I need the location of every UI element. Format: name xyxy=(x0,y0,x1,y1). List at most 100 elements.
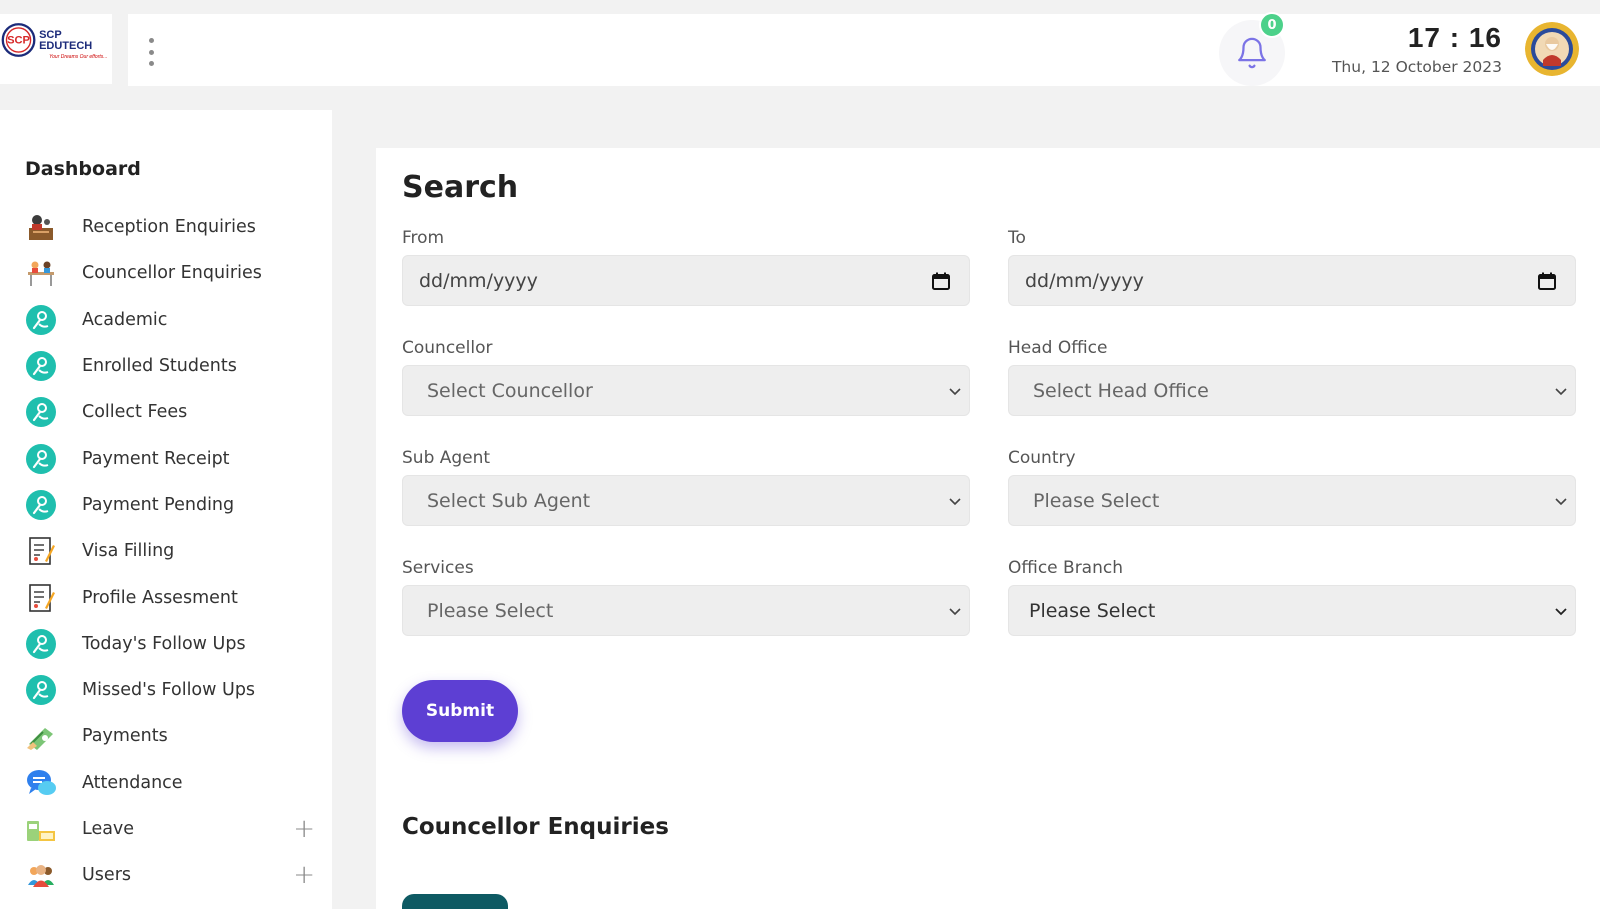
calendar-icon[interactable] xyxy=(1537,271,1557,291)
from-label: From xyxy=(402,228,445,248)
teal-person-icon xyxy=(25,350,57,382)
to-label: To xyxy=(1008,228,1026,248)
chevron-down-icon xyxy=(1555,388,1567,396)
country-label: Country xyxy=(1008,448,1076,468)
sidebar-item-label: Today's Follow Ups xyxy=(82,633,246,654)
svg-text:SCP: SCP xyxy=(7,35,30,47)
sidebar-item-councellor-enquiries[interactable]: Councellor Enquiries xyxy=(25,250,315,296)
bell-icon xyxy=(1238,37,1266,69)
sidebar-item-leave[interactable]: Leave + xyxy=(25,806,315,852)
councellor-enquiries-title: Councellor Enquiries xyxy=(402,814,669,840)
chevron-down-icon xyxy=(1555,608,1567,616)
councellor-select-value: Select Councellor xyxy=(427,379,593,402)
sidebar-item-reception-enquiries[interactable]: Reception Enquiries xyxy=(25,204,315,250)
notification-badge: 0 xyxy=(1259,12,1285,38)
teal-person-icon xyxy=(25,443,57,475)
sidebar-menu: Reception Enquiries Councellor Enquiries… xyxy=(25,204,315,898)
sidebar-item-label: Leave xyxy=(82,819,135,839)
sidebar-item-label: Attendance xyxy=(82,772,183,793)
office-branch-label: Office Branch xyxy=(1008,558,1123,578)
sidebar-item-label: Visa Filling xyxy=(82,541,175,562)
avatar-emblem-icon xyxy=(1525,22,1579,76)
chat-icon xyxy=(25,767,57,799)
head-office-label: Head Office xyxy=(1008,338,1108,358)
search-panel: Search From dd/mm/yyyy To dd/mm/yyyy Cou… xyxy=(376,148,1600,909)
teal-person-icon xyxy=(25,304,57,336)
office-branch-select-value: Please Select xyxy=(1029,599,1156,622)
teal-person-icon xyxy=(25,489,57,521)
sidebar-item-label: Enrolled Students xyxy=(82,356,237,377)
brand-tagline: Your Dreams Our efforts... xyxy=(49,54,108,60)
to-date-placeholder: dd/mm/yyyy xyxy=(1025,269,1144,292)
clock: 17 : 16 Thu, 12 October 2023 xyxy=(1332,22,1502,76)
sidebar-item-label: Users xyxy=(82,865,132,886)
sidebar-item-label: Missed's Follow Ups xyxy=(82,680,256,701)
sidebar-item-enrolled-students[interactable]: Enrolled Students xyxy=(25,343,315,389)
submit-button[interactable]: Submit xyxy=(402,680,518,742)
chevron-down-icon xyxy=(1555,498,1567,506)
head-office-select-value: Select Head Office xyxy=(1033,379,1209,402)
head-office-select[interactable]: Select Head Office xyxy=(1008,365,1576,416)
councellor-label: Councellor xyxy=(402,338,493,358)
to-date-input[interactable]: dd/mm/yyyy xyxy=(1008,255,1576,306)
services-select[interactable]: Please Select xyxy=(402,585,970,636)
enquiries-action-button[interactable] xyxy=(402,894,508,909)
users-icon xyxy=(25,859,57,891)
sidebar-item-academic[interactable]: Academic xyxy=(25,297,315,343)
user-avatar[interactable] xyxy=(1525,22,1579,76)
office-branch-select[interactable]: Please Select xyxy=(1008,585,1576,636)
document-icon xyxy=(25,582,57,614)
sub-agent-label: Sub Agent xyxy=(402,448,491,468)
sidebar-item-visa-filling[interactable]: Visa Filling xyxy=(25,528,315,574)
reception-icon xyxy=(25,211,57,243)
sidebar-item-payment-receipt[interactable]: Payment Receipt xyxy=(25,435,315,481)
page-title: Search xyxy=(402,170,519,205)
sidebar-item-payments[interactable]: Payments xyxy=(25,713,315,759)
clock-date: Thu, 12 October 2023 xyxy=(1331,58,1502,76)
sidebar-item-payment-pending[interactable]: Payment Pending xyxy=(25,482,315,528)
sidebar-item-label: Councellor Enquiries xyxy=(82,263,262,284)
country-select[interactable]: Please Select xyxy=(1008,475,1576,526)
councellor-select[interactable]: Select Councellor xyxy=(402,365,970,416)
calendar-icon[interactable] xyxy=(931,271,951,291)
sidebar-item-label: Reception Enquiries xyxy=(82,217,256,238)
councellor-icon xyxy=(25,257,57,289)
sidebar-item-users[interactable]: Users + xyxy=(25,852,315,898)
from-date-placeholder: dd/mm/yyyy xyxy=(419,269,538,292)
sidebar-item-todays-follow-ups[interactable]: Today's Follow Ups xyxy=(25,621,315,667)
sidebar-item-collect-fees[interactable]: Collect Fees xyxy=(25,389,315,435)
teal-person-icon xyxy=(25,674,57,706)
brand-name: SCP EDUTECH Your Dreams Our efforts... xyxy=(39,30,112,60)
teal-person-icon xyxy=(25,396,57,428)
sidebar-item-attendance[interactable]: Attendance xyxy=(25,760,315,806)
document-icon xyxy=(25,535,57,567)
sub-agent-select-value: Select Sub Agent xyxy=(427,489,591,512)
country-select-value: Please Select xyxy=(1033,489,1160,512)
brand-logo[interactable]: SCP SCP EDUTECH Your Dreams Our efforts.… xyxy=(0,14,112,84)
sidebar-item-label: Academic xyxy=(82,309,168,330)
expand-leave-icon[interactable]: + xyxy=(293,816,315,842)
chevron-down-icon xyxy=(949,608,961,616)
sidebar-item-label: Profile Assesment xyxy=(82,587,238,608)
sidebar-item-label: Payment Receipt xyxy=(82,448,230,469)
teal-person-icon xyxy=(25,628,57,660)
sub-agent-select[interactable]: Select Sub Agent xyxy=(402,475,970,526)
services-label: Services xyxy=(402,558,474,578)
sidebar-dashboard[interactable]: Dashboard xyxy=(25,158,141,180)
from-date-input[interactable]: dd/mm/yyyy xyxy=(402,255,970,306)
services-select-value: Please Select xyxy=(427,599,554,622)
payment-icon xyxy=(25,720,57,752)
chevron-down-icon xyxy=(949,388,961,396)
sidebar: Dashboard Reception Enquiries Councellor… xyxy=(0,110,332,909)
chevron-down-icon xyxy=(949,498,961,506)
more-menu-icon[interactable] xyxy=(144,38,158,66)
sidebar-item-missed-follow-ups[interactable]: Missed's Follow Ups xyxy=(25,667,315,713)
scp-logo-icon: SCP xyxy=(1,23,36,57)
expand-users-icon[interactable]: + xyxy=(293,862,315,888)
sidebar-item-label: Collect Fees xyxy=(82,402,188,423)
sidebar-item-profile-assesment[interactable]: Profile Assesment xyxy=(25,574,315,620)
sidebar-item-label: Payment Pending xyxy=(82,494,235,515)
leave-icon xyxy=(25,813,57,845)
clock-time: 17 : 16 xyxy=(1407,22,1502,53)
sidebar-item-label: Payments xyxy=(82,726,168,747)
